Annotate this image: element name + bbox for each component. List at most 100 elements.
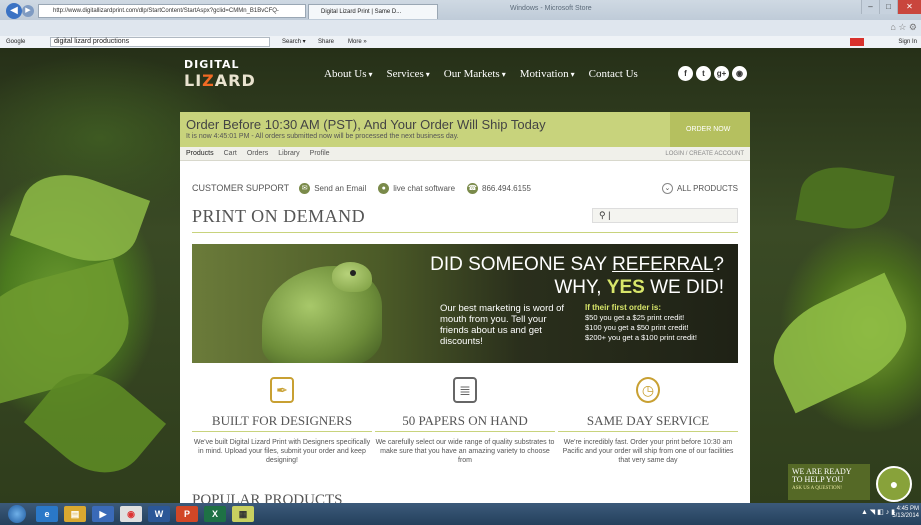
phone-icon: ☎ <box>467 182 479 194</box>
rss-icon[interactable]: ◉ <box>732 66 747 81</box>
clock-date: 5/13/2014 <box>892 513 919 519</box>
maximize-button[interactable]: □ <box>879 0 897 14</box>
browser-chrome: ◀ ▶ http://www.digitallizardprint.com/dl… <box>0 0 921 48</box>
twitter-icon[interactable]: t <box>696 66 711 81</box>
stopwatch-icon: ◷ <box>636 377 660 403</box>
chevron-down-icon: ⌄ <box>661 182 673 194</box>
banner-right-text: If their first order is: $50 you get a $… <box>585 303 735 343</box>
toolbar-more-button[interactable]: More » <box>348 36 367 48</box>
popular-products-heading: POPULAR PRODUCTS <box>192 492 343 503</box>
image-app-icon[interactable]: ▦ <box>232 506 254 522</box>
background-leaf <box>757 272 921 414</box>
logo-line2: LIZARD <box>184 71 256 90</box>
nav-about-us[interactable]: About Us <box>324 68 373 80</box>
browser-tool-icons[interactable]: ⌂ ☆ ⚙ <box>890 22 917 33</box>
background-leaf <box>795 160 895 236</box>
media-player-icon[interactable]: ▶ <box>92 506 114 522</box>
login-link[interactable]: LOGIN / CREATE ACCOUNT <box>665 147 744 161</box>
promo-bar: Order Before 10:30 AM (PST), And Your Or… <box>180 112 750 170</box>
banner-left-text: Our best marketing is word of mouth from… <box>440 303 565 347</box>
close-button[interactable]: ✕ <box>897 0 921 14</box>
google-plus-icon[interactable]: g+ <box>714 66 729 81</box>
chrome-icon[interactable]: ◉ <box>120 506 142 522</box>
chat-bubble-button[interactable]: ● <box>876 466 912 502</box>
address-bar[interactable]: http://www.digitallizardprint.com/dlp/St… <box>38 4 306 18</box>
back-button[interactable]: ◀ <box>6 3 22 19</box>
live-chat-link[interactable]: ● live chat software <box>378 182 455 194</box>
product-search-input[interactable]: ⚲ | <box>592 208 738 223</box>
subnav-cart[interactable]: Cart <box>224 147 237 161</box>
banner-offer-line: $100 you get a $50 print credit! <box>585 323 689 332</box>
internet-explorer-icon[interactable]: e <box>36 506 58 522</box>
toolbar-share-button[interactable]: Share <box>318 36 334 48</box>
subnav-products[interactable]: Products <box>186 147 214 161</box>
iguana-eye <box>350 270 356 276</box>
referral-banner[interactable]: DID SOMEONE SAY REFERRAL? WHY, YES WE DI… <box>192 244 738 363</box>
nav-motivation[interactable]: Motivation <box>520 68 575 80</box>
browser-tab[interactable]: Digital Lizard Print | Same D... <box>308 4 438 19</box>
window-controls: – □ ✕ <box>861 0 921 14</box>
help-line2: TO HELP YOU <box>792 475 844 484</box>
sub-nav: Products Cart Orders Library Profile LOG… <box>180 147 750 161</box>
send-email-link[interactable]: ✉ Send an Email <box>299 182 366 194</box>
taskbar-clock[interactable]: 4:45 PM 5/13/2014 <box>892 506 919 520</box>
help-widget[interactable]: WE ARE READY TO HELP YOU ASK US A QUESTI… <box>788 464 870 500</box>
feature-title: SAME DAY SERVICE <box>558 413 738 432</box>
feature-same-day: ◷ SAME DAY SERVICE We're incredibly fast… <box>558 377 738 465</box>
banner-subheadline: WHY, YES WE DID! <box>554 277 724 298</box>
sub-nav-items: Products Cart Orders Library Profile <box>186 147 330 161</box>
google-search-input[interactable]: digital lizard productions <box>50 37 270 47</box>
system-tray[interactable]: ▲ ◥ ◧ ♪ ▮ <box>861 508 895 516</box>
order-now-label: ORDER NOW <box>686 126 731 133</box>
all-products-toggle[interactable]: ⌄ ALL PRODUCTS <box>661 182 738 194</box>
word-icon[interactable]: W <box>148 506 170 522</box>
nav-our-markets[interactable]: Our Markets <box>444 68 506 80</box>
forward-button[interactable]: ▶ <box>22 5 34 17</box>
sign-in-link[interactable]: Sign In <box>898 36 917 48</box>
search-icon: ⚲ <box>599 210 606 220</box>
logo-line1: DIGITAL <box>184 58 240 71</box>
content-container: Order Before 10:30 AM (PST), And Your Or… <box>180 112 750 503</box>
social-links: f t g+ ◉ <box>678 66 747 81</box>
site-header: DIGITAL LIZARD About Us Services Our Mar… <box>0 48 921 102</box>
minimize-button[interactable]: – <box>861 0 879 14</box>
nav-services[interactable]: Services <box>387 68 430 80</box>
feature-desc: We're incredibly fast. Order your print … <box>562 439 734 464</box>
facebook-icon[interactable]: f <box>678 66 693 81</box>
feature-papers: ≣ 50 PAPERS ON HAND We carefully select … <box>375 377 555 465</box>
support-label: CUSTOMER SUPPORT <box>192 183 290 193</box>
feature-designers: ✒ BUILT FOR DESIGNERS We've built Digita… <box>192 377 372 465</box>
promo-subline: It is now 4:45:01 PM - All orders submit… <box>186 133 459 140</box>
chat-icon: ● <box>378 182 390 194</box>
pen-nib-icon: ✒ <box>270 377 294 403</box>
notification-badge[interactable] <box>850 38 864 46</box>
title-divider <box>192 232 738 233</box>
banner-offer-line: $50 you get a $25 print credit! <box>585 313 685 322</box>
help-line3: ASK US A QUESTION! <box>792 486 842 491</box>
web-page: DIGITAL LIZARD About Us Services Our Mar… <box>0 48 921 503</box>
subnav-profile[interactable]: Profile <box>310 147 330 161</box>
main-nav: About Us Services Our Markets Motivation… <box>324 68 638 80</box>
start-button[interactable] <box>8 505 26 523</box>
file-explorer-icon[interactable]: ▤ <box>64 506 86 522</box>
banner-offer-header: If their first order is: <box>585 303 662 312</box>
clock-time: 4:45 PM <box>896 506 919 512</box>
feature-desc: We carefully select our wide range of qu… <box>375 439 555 464</box>
promo-headline: Order Before 10:30 AM (PST), And Your Or… <box>186 117 546 132</box>
powerpoint-icon[interactable]: P <box>176 506 198 522</box>
banner-offer-line: $200+ you get a $100 print credit! <box>585 333 697 342</box>
background-leaf <box>9 159 151 277</box>
feature-title: 50 PAPERS ON HAND <box>375 413 555 432</box>
toolbar-search-button[interactable]: Search ▾ <box>282 36 306 48</box>
excel-icon[interactable]: X <box>204 506 226 522</box>
nav-contact-us[interactable]: Contact Us <box>589 68 638 80</box>
chat-icon: ● <box>889 476 899 492</box>
subnav-library[interactable]: Library <box>278 147 299 161</box>
iguana-head <box>332 262 372 292</box>
google-label: Google <box>6 39 26 45</box>
phone-link[interactable]: ☎ 866.494.6155 <box>467 182 531 194</box>
site-logo[interactable]: DIGITAL LIZARD <box>184 58 256 94</box>
address-url: http://www.digitallizardprint.com/dlp/St… <box>53 8 279 14</box>
order-now-button[interactable]: ORDER NOW › <box>670 112 750 170</box>
subnav-orders[interactable]: Orders <box>247 147 268 161</box>
